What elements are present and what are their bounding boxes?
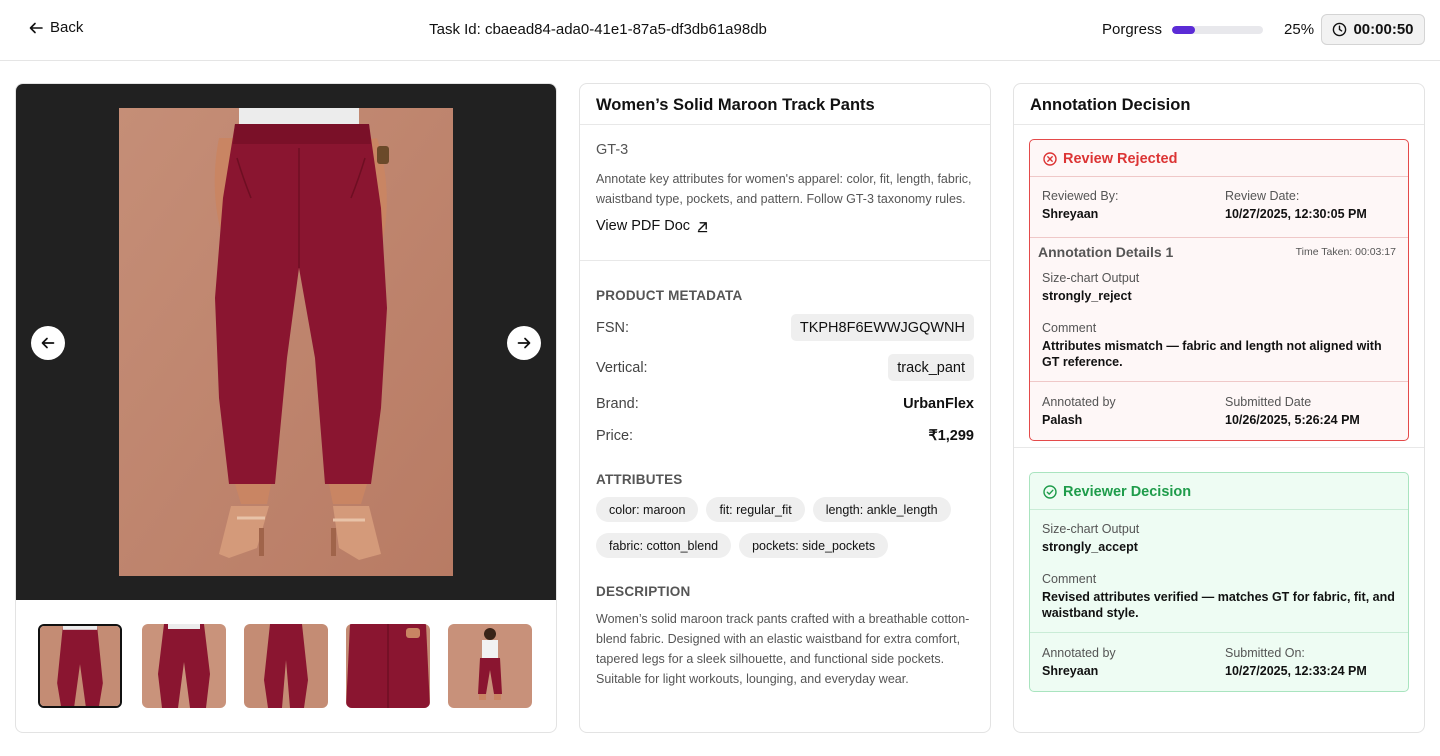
submitted-date-label: Submitted Date xyxy=(1225,395,1312,409)
divider xyxy=(1030,632,1408,633)
size-chart-output-value: strongly_accept xyxy=(1042,540,1138,554)
progress-percent: 25% xyxy=(1284,21,1315,38)
price-label: Price: xyxy=(596,428,634,444)
vertical-value: track_pant xyxy=(888,354,974,381)
reviewer-decision-label: Reviewer Decision xyxy=(1063,484,1192,500)
timer-value: 00:00:50 xyxy=(1353,21,1414,38)
divider xyxy=(1030,176,1408,177)
attributes-row-2: fabric: cotton_blend pockets: side_pocke… xyxy=(596,533,889,558)
arrow-right-icon xyxy=(517,337,531,349)
price-value: ₹1,299 xyxy=(928,428,974,444)
product-description: Women’s solid maroon track pants crafted… xyxy=(596,612,970,686)
task-id: Task Id: cbaead84-ada0-41e1-87a5-df3db61… xyxy=(429,21,767,38)
progress-indicator: Porgress 25% xyxy=(1102,21,1314,38)
comment-label: Comment xyxy=(1042,321,1097,335)
review-status-label: Review Rejected xyxy=(1063,151,1178,167)
next-image-button[interactable] xyxy=(507,326,541,360)
size-chart-output-label: Size-chart Output xyxy=(1042,271,1140,285)
gt-code: GT-3 xyxy=(596,142,629,158)
description-heading: DESCRIPTION xyxy=(596,584,691,599)
divider xyxy=(1030,509,1408,510)
reviewer-decision-panel: Reviewer Decision Size-chart Output stro… xyxy=(1029,472,1409,692)
thumbnail-1[interactable] xyxy=(38,624,122,708)
size-chart-output-value: strongly_reject xyxy=(1042,289,1132,303)
progress-bar-fill xyxy=(1172,25,1195,34)
x-circle-icon xyxy=(1043,152,1057,166)
attribute-chip: color: maroon xyxy=(596,497,699,522)
annotation-decision-card: Annotation Decision Review Rejected Revi… xyxy=(1013,83,1425,733)
annotated-by-label: Annotated by xyxy=(1042,646,1116,660)
gt-description: Annotate key attributes for women's appa… xyxy=(596,172,972,206)
submitted-on-value: 10/27/2025, 12:33:24 PM xyxy=(1225,664,1367,678)
attributes-heading: ATTRIBUTES xyxy=(596,472,683,487)
progress-label: Porgress xyxy=(1102,21,1163,38)
thumbnail-strip xyxy=(16,600,556,732)
submitted-on-label: Submitted On: xyxy=(1225,646,1305,660)
thumbnail-2[interactable] xyxy=(142,624,226,708)
progress-bar xyxy=(1172,25,1264,34)
reviewed-by-label: Reviewed By: xyxy=(1042,189,1119,203)
comment-value: Attributes mismatch — fabric and length … xyxy=(1042,339,1382,369)
annotated-by-value: Shreyaan xyxy=(1042,664,1099,678)
view-pdf-label: View PDF Doc xyxy=(596,218,691,234)
arrow-left-icon xyxy=(41,337,55,349)
product-image xyxy=(119,108,453,576)
previous-image-button[interactable] xyxy=(31,326,65,360)
review-date-label: Review Date: xyxy=(1225,189,1300,203)
metadata-heading: PRODUCT METADATA xyxy=(596,288,743,303)
external-link-icon xyxy=(697,221,708,232)
time-taken: Time Taken: 00:03:17 xyxy=(1295,246,1396,258)
divider xyxy=(580,260,990,261)
image-gallery-card xyxy=(15,83,557,733)
attribute-chip: pockets: side_pockets xyxy=(739,533,889,558)
product-details-card: Women’s Solid Maroon Track Pants GT-3 An… xyxy=(579,83,991,733)
thumbnail-4[interactable] xyxy=(346,624,430,708)
size-chart-output-label: Size-chart Output xyxy=(1042,522,1140,536)
annotated-by-value: Palash xyxy=(1042,413,1083,427)
comment-value: Revised attributes verified — matches GT… xyxy=(1042,590,1395,620)
review-date-value: 10/27/2025, 12:30:05 PM xyxy=(1225,207,1367,221)
annotation-details-heading: Annotation Details 1 xyxy=(1038,244,1174,260)
product-title: Women’s Solid Maroon Track Pants xyxy=(596,96,875,114)
submitted-date-value: 10/26/2025, 5:26:24 PM xyxy=(1225,413,1360,427)
timer: 00:00:50 xyxy=(1321,14,1425,45)
divider xyxy=(1014,124,1424,125)
thumbnail-5[interactable] xyxy=(448,624,532,708)
attribute-chip: fit: regular_fit xyxy=(706,497,805,522)
annotated-by-label: Annotated by xyxy=(1042,395,1116,409)
reviewed-by-value: Shreyaan xyxy=(1042,207,1099,221)
review-rejected-panel: Review Rejected Reviewed By: Shreyaan Re… xyxy=(1029,139,1409,441)
comment-label: Comment xyxy=(1042,572,1097,586)
check-circle-icon xyxy=(1043,485,1057,499)
fsn-label: FSN: xyxy=(596,320,630,336)
attribute-chip: length: ankle_length xyxy=(812,497,951,522)
brand-label: Brand: xyxy=(596,396,639,412)
top-bar: Back Task Id: cbaead84-ada0-41e1-87a5-df… xyxy=(0,0,1440,61)
brand-value: UrbanFlex xyxy=(903,396,974,412)
divider xyxy=(1030,381,1408,382)
clock-icon xyxy=(1333,22,1347,37)
divider xyxy=(1030,237,1408,238)
view-pdf-link[interactable]: View PDF Doc xyxy=(596,218,709,234)
reviewer-decision-status: Reviewer Decision xyxy=(1043,484,1191,500)
image-viewer xyxy=(16,84,556,600)
attribute-chip: fabric: cotton_blend xyxy=(596,533,732,558)
thumbnail-3[interactable] xyxy=(244,624,328,708)
attributes-row-1: color: maroon fit: regular_fit length: a… xyxy=(596,497,951,522)
fsn-value: TKPH8F6EWWJGQWNH xyxy=(790,314,974,341)
annotation-title: Annotation Decision xyxy=(1030,96,1191,114)
review-status: Review Rejected xyxy=(1043,151,1177,167)
divider xyxy=(1014,447,1424,448)
vertical-label: Vertical: xyxy=(596,360,648,376)
divider xyxy=(580,124,990,125)
